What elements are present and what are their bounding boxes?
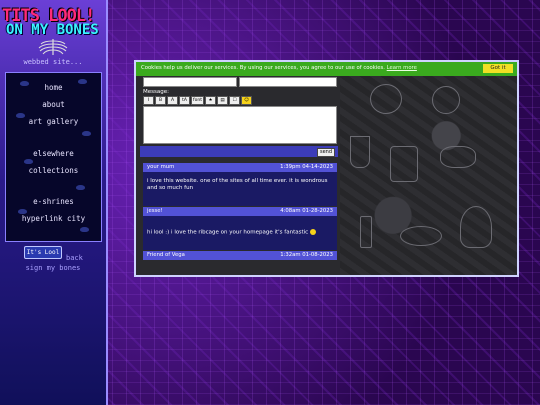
- nav-elsewhere[interactable]: elsewhere: [6, 149, 101, 158]
- box-button[interactable]: ☐: [228, 96, 240, 105]
- leaf-deco: [80, 227, 89, 232]
- format-toolbar: I B A tA font ★ ▤ ☐ ☺: [143, 96, 252, 105]
- image-button[interactable]: ▤: [216, 96, 228, 105]
- entry-author: jesse!: [147, 208, 163, 214]
- leaf-deco: [76, 185, 85, 190]
- entry-date: 1:32am 01-08-2023: [280, 252, 333, 258]
- font-button[interactable]: font: [191, 96, 204, 105]
- learn-more-link[interactable]: Learn more: [387, 65, 417, 71]
- entry-header: Friend of Vega 1:32am 01-08-2023: [143, 251, 337, 260]
- nav-e-shrines[interactable]: e-shrines: [6, 197, 101, 206]
- tarot-card-shape: [390, 146, 418, 182]
- bone-shape: [440, 146, 476, 168]
- entry-author: Friend of Vega: [147, 252, 185, 258]
- sunglasses-emoji-icon: [309, 229, 316, 235]
- nav-home[interactable]: home: [6, 83, 101, 92]
- name-input[interactable]: [143, 77, 237, 87]
- tattoo-flash-artwork: [340, 76, 517, 275]
- cookie-text: Cookies help us deliver our services. By…: [141, 65, 385, 71]
- message-label: Message:: [143, 89, 169, 95]
- goblet-shape: [350, 136, 370, 168]
- size-button[interactable]: tA: [179, 96, 190, 105]
- eye-shape: [400, 226, 442, 246]
- sidebar: TITS LOOL! ON MY BONES webbed site... ho…: [0, 0, 108, 405]
- sparkle-button[interactable]: ★: [204, 96, 216, 105]
- sign-guestbook-link[interactable]: sign my bones: [0, 264, 106, 272]
- guestbook-form: Message: I B A tA font ★ ▤ ☐ ☺ send your…: [139, 76, 339, 275]
- skull-shape: [370, 84, 402, 114]
- emoji-button[interactable]: ☺: [240, 96, 252, 105]
- nav-collections[interactable]: collections: [6, 166, 101, 175]
- entry-header: your mum 1:39pm 04-14-2023: [143, 163, 337, 172]
- cookie-banner: Cookies help us deliver our services. By…: [136, 62, 517, 76]
- entry-body: hi lool :) i love the ribcage on your ho…: [143, 216, 337, 250]
- got-it-button[interactable]: Got it: [483, 64, 513, 73]
- color-button[interactable]: A: [167, 96, 178, 105]
- website-input[interactable]: [239, 77, 337, 87]
- leaf-deco: [82, 131, 91, 136]
- leaf-deco: [24, 159, 33, 164]
- entry-author: your mum: [147, 164, 175, 170]
- nav-hyperlink-city[interactable]: hyperlink city: [6, 214, 101, 223]
- send-button[interactable]: send: [317, 148, 335, 157]
- entry-text-wrap: hi lool :) i love the ribcage on your ho…: [147, 229, 331, 237]
- nav-panel: home about art gallery elsewhere collect…: [5, 72, 102, 242]
- ribcage-icon: [38, 39, 68, 55]
- entry-header: jesse! 4:08am 01-28-2023: [143, 207, 337, 216]
- italic-button[interactable]: I: [143, 96, 154, 105]
- cookie-message: Cookies help us deliver our services. By…: [141, 65, 417, 71]
- entry-date: 4:08am 01-28-2023: [280, 208, 333, 214]
- site-logo[interactable]: TITS LOOL! ON MY BONES: [2, 6, 106, 38]
- logo-line-2: ON MY BONES: [6, 22, 99, 38]
- site-tagline: webbed site...: [23, 58, 83, 66]
- nav-art-gallery[interactable]: art gallery: [6, 117, 101, 126]
- entry-text: hi lool :) i love the ribcage on your ho…: [147, 229, 309, 236]
- back-link[interactable]: back: [66, 254, 83, 262]
- entry-body: i love this website. one of the sites of…: [143, 172, 337, 206]
- guestbook-window: Message: I B A tA font ★ ▤ ☐ ☺ send your…: [134, 60, 519, 277]
- entry-text: i love this website. one of the sites of…: [147, 178, 328, 191]
- message-textarea[interactable]: [143, 106, 337, 144]
- hand-shape: [460, 206, 492, 248]
- candle-shape: [360, 216, 372, 248]
- flower-shape: [432, 86, 460, 114]
- nav-about[interactable]: about: [6, 100, 101, 109]
- send-bar: send: [140, 146, 338, 157]
- entry-date: 1:39pm 04-14-2023: [280, 164, 333, 170]
- its-lool-badge[interactable]: It's Lool: [24, 246, 62, 259]
- bold-button[interactable]: B: [155, 96, 166, 105]
